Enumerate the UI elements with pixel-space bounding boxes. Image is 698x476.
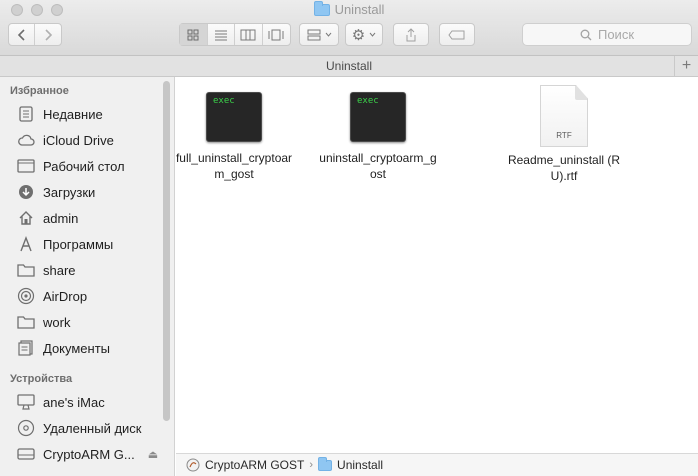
sidebar-item-work[interactable]: work — [16, 311, 70, 333]
airdrop-icon — [16, 287, 36, 305]
search-placeholder: Поиск — [597, 27, 635, 42]
eject-icon[interactable]: ⏏ — [148, 448, 158, 461]
recents-icon — [16, 105, 36, 123]
remote-disc-icon — [16, 419, 36, 437]
sidebar-item-label: Недавние — [43, 106, 103, 122]
exec-file-icon: exec — [206, 92, 262, 142]
new-tab-button[interactable]: + — [674, 56, 698, 76]
chevron-down-icon — [369, 32, 376, 37]
sidebar-item-documents[interactable]: Документы — [16, 337, 110, 359]
sidebar-item-label: Рабочий стол — [43, 158, 125, 174]
sidebar-item-label: Программы — [43, 236, 114, 252]
documents-icon — [16, 339, 36, 357]
sidebar-scrollbar[interactable] — [163, 81, 170, 421]
back-button[interactable] — [9, 24, 36, 45]
sidebar: Избранное Недавние iCloud Drive Рабочий … — [0, 77, 175, 476]
path-item[interactable]: CryptoARM GOST — [205, 458, 304, 472]
window-title-text: Uninstall — [334, 2, 385, 17]
chevron-right-icon — [44, 28, 52, 41]
exec-file-icon: exec — [350, 92, 406, 142]
folder-icon — [318, 456, 333, 471]
folder-icon — [16, 313, 36, 331]
tag-icon — [448, 30, 465, 39]
sidebar-item-share[interactable]: share — [16, 259, 76, 281]
sidebar-item-label: share — [43, 262, 76, 278]
file-item[interactable]: exec uninstall_cryptoarm_gost — [318, 92, 438, 182]
file-name: uninstall_cryptoarm_gost — [319, 151, 437, 181]
icon-view-icon — [187, 29, 199, 40]
window-title: Uninstall — [0, 0, 698, 17]
sidebar-item-label: admin — [43, 210, 79, 226]
chevron-down-icon — [325, 32, 331, 37]
sidebar-item-label: CryptoARM G... — [43, 446, 135, 462]
column-view-icon — [240, 29, 256, 40]
icon-view-button[interactable] — [180, 24, 208, 45]
rtf-badge: RTF — [556, 131, 572, 140]
list-view-icon — [214, 30, 227, 40]
sidebar-section-favorites: Избранное — [10, 85, 69, 97]
gear-icon: ⚙ — [351, 26, 366, 44]
sidebar-item-admin[interactable]: admin — [16, 207, 78, 229]
sidebar-section-devices: Устройства — [10, 373, 73, 385]
group-by-button[interactable] — [299, 23, 339, 46]
sidebar-item-label: work — [43, 314, 71, 330]
sidebar-item-applications[interactable]: Программы — [16, 233, 113, 255]
sidebar-item-label: Документы — [43, 340, 111, 356]
sidebar-item-label: AirDrop — [43, 288, 88, 304]
imac-icon — [16, 393, 36, 411]
downloads-icon — [16, 183, 36, 201]
rtf-document-icon: RTF — [540, 85, 588, 147]
home-icon — [16, 209, 36, 227]
sidebar-item-recents[interactable]: Недавние — [16, 103, 103, 125]
view-mode-control — [179, 23, 291, 46]
path-bar: CryptoARM GOST › Uninstall — [176, 453, 698, 476]
sidebar-item-remote-disc[interactable]: Удаленный диск — [16, 417, 141, 439]
back-forward-control — [8, 23, 62, 46]
gallery-view-icon — [268, 29, 284, 40]
sidebar-item-downloads[interactable]: Загрузки — [16, 181, 95, 203]
sidebar-item-desktop[interactable]: Рабочий стол — [16, 155, 125, 177]
applications-icon — [16, 235, 36, 253]
cloud-icon — [16, 131, 36, 149]
gallery-view-button[interactable] — [263, 24, 290, 45]
file-item[interactable]: RTF Readme_uninstall (RU).rtf — [504, 85, 624, 184]
sidebar-item-icloud-drive[interactable]: iCloud Drive — [16, 129, 114, 151]
sidebar-item-label: Загрузки — [43, 184, 96, 200]
sidebar-item-label: iCloud Drive — [43, 132, 114, 148]
sidebar-item-label: ane's iMac — [43, 394, 105, 410]
path-item[interactable]: Uninstall — [337, 458, 383, 472]
desktop-icon — [16, 157, 36, 175]
search-field[interactable]: Поиск — [522, 23, 692, 46]
exec-badge: exec — [357, 96, 379, 106]
share-icon — [406, 27, 416, 41]
chevron-left-icon — [17, 28, 25, 41]
disk-image-icon — [16, 445, 36, 463]
group-by-icon — [307, 29, 320, 40]
folder-icon — [16, 261, 36, 279]
plus-icon: + — [681, 57, 692, 74]
forward-button[interactable] — [35, 24, 61, 45]
folder-icon — [313, 0, 330, 16]
sidebar-item-cryptoarm-disk[interactable]: CryptoARM G... ⏏ — [16, 443, 158, 465]
file-name: full_uninstall_cryptoarm_gost — [175, 151, 293, 181]
tab-bar: Uninstall + — [0, 56, 698, 77]
sidebar-item-label: Удаленный диск — [43, 420, 142, 436]
tab-uninstall[interactable]: Uninstall — [326, 59, 372, 73]
share-button[interactable] — [393, 23, 429, 46]
sidebar-item-airdrop[interactable]: AirDrop — [16, 285, 87, 307]
search-icon — [580, 29, 592, 40]
tags-button[interactable] — [439, 23, 475, 46]
column-view-button[interactable] — [235, 24, 263, 45]
action-button[interactable]: ⚙ — [345, 23, 383, 46]
file-item[interactable]: exec full_uninstall_cryptoarm_gost — [174, 92, 294, 182]
disk-image-icon — [186, 458, 200, 472]
exec-badge: exec — [213, 96, 235, 106]
chevron-right-icon: › — [309, 459, 314, 471]
list-view-button[interactable] — [208, 24, 235, 45]
sidebar-item-imac[interactable]: ane's iMac — [16, 391, 105, 413]
title-bar: Uninstall ⚙ Поиск — [0, 0, 698, 56]
file-name: Readme_uninstall (RU).rtf — [507, 153, 621, 183]
file-area: exec full_uninstall_cryptoarm_gost exec … — [176, 77, 698, 453]
